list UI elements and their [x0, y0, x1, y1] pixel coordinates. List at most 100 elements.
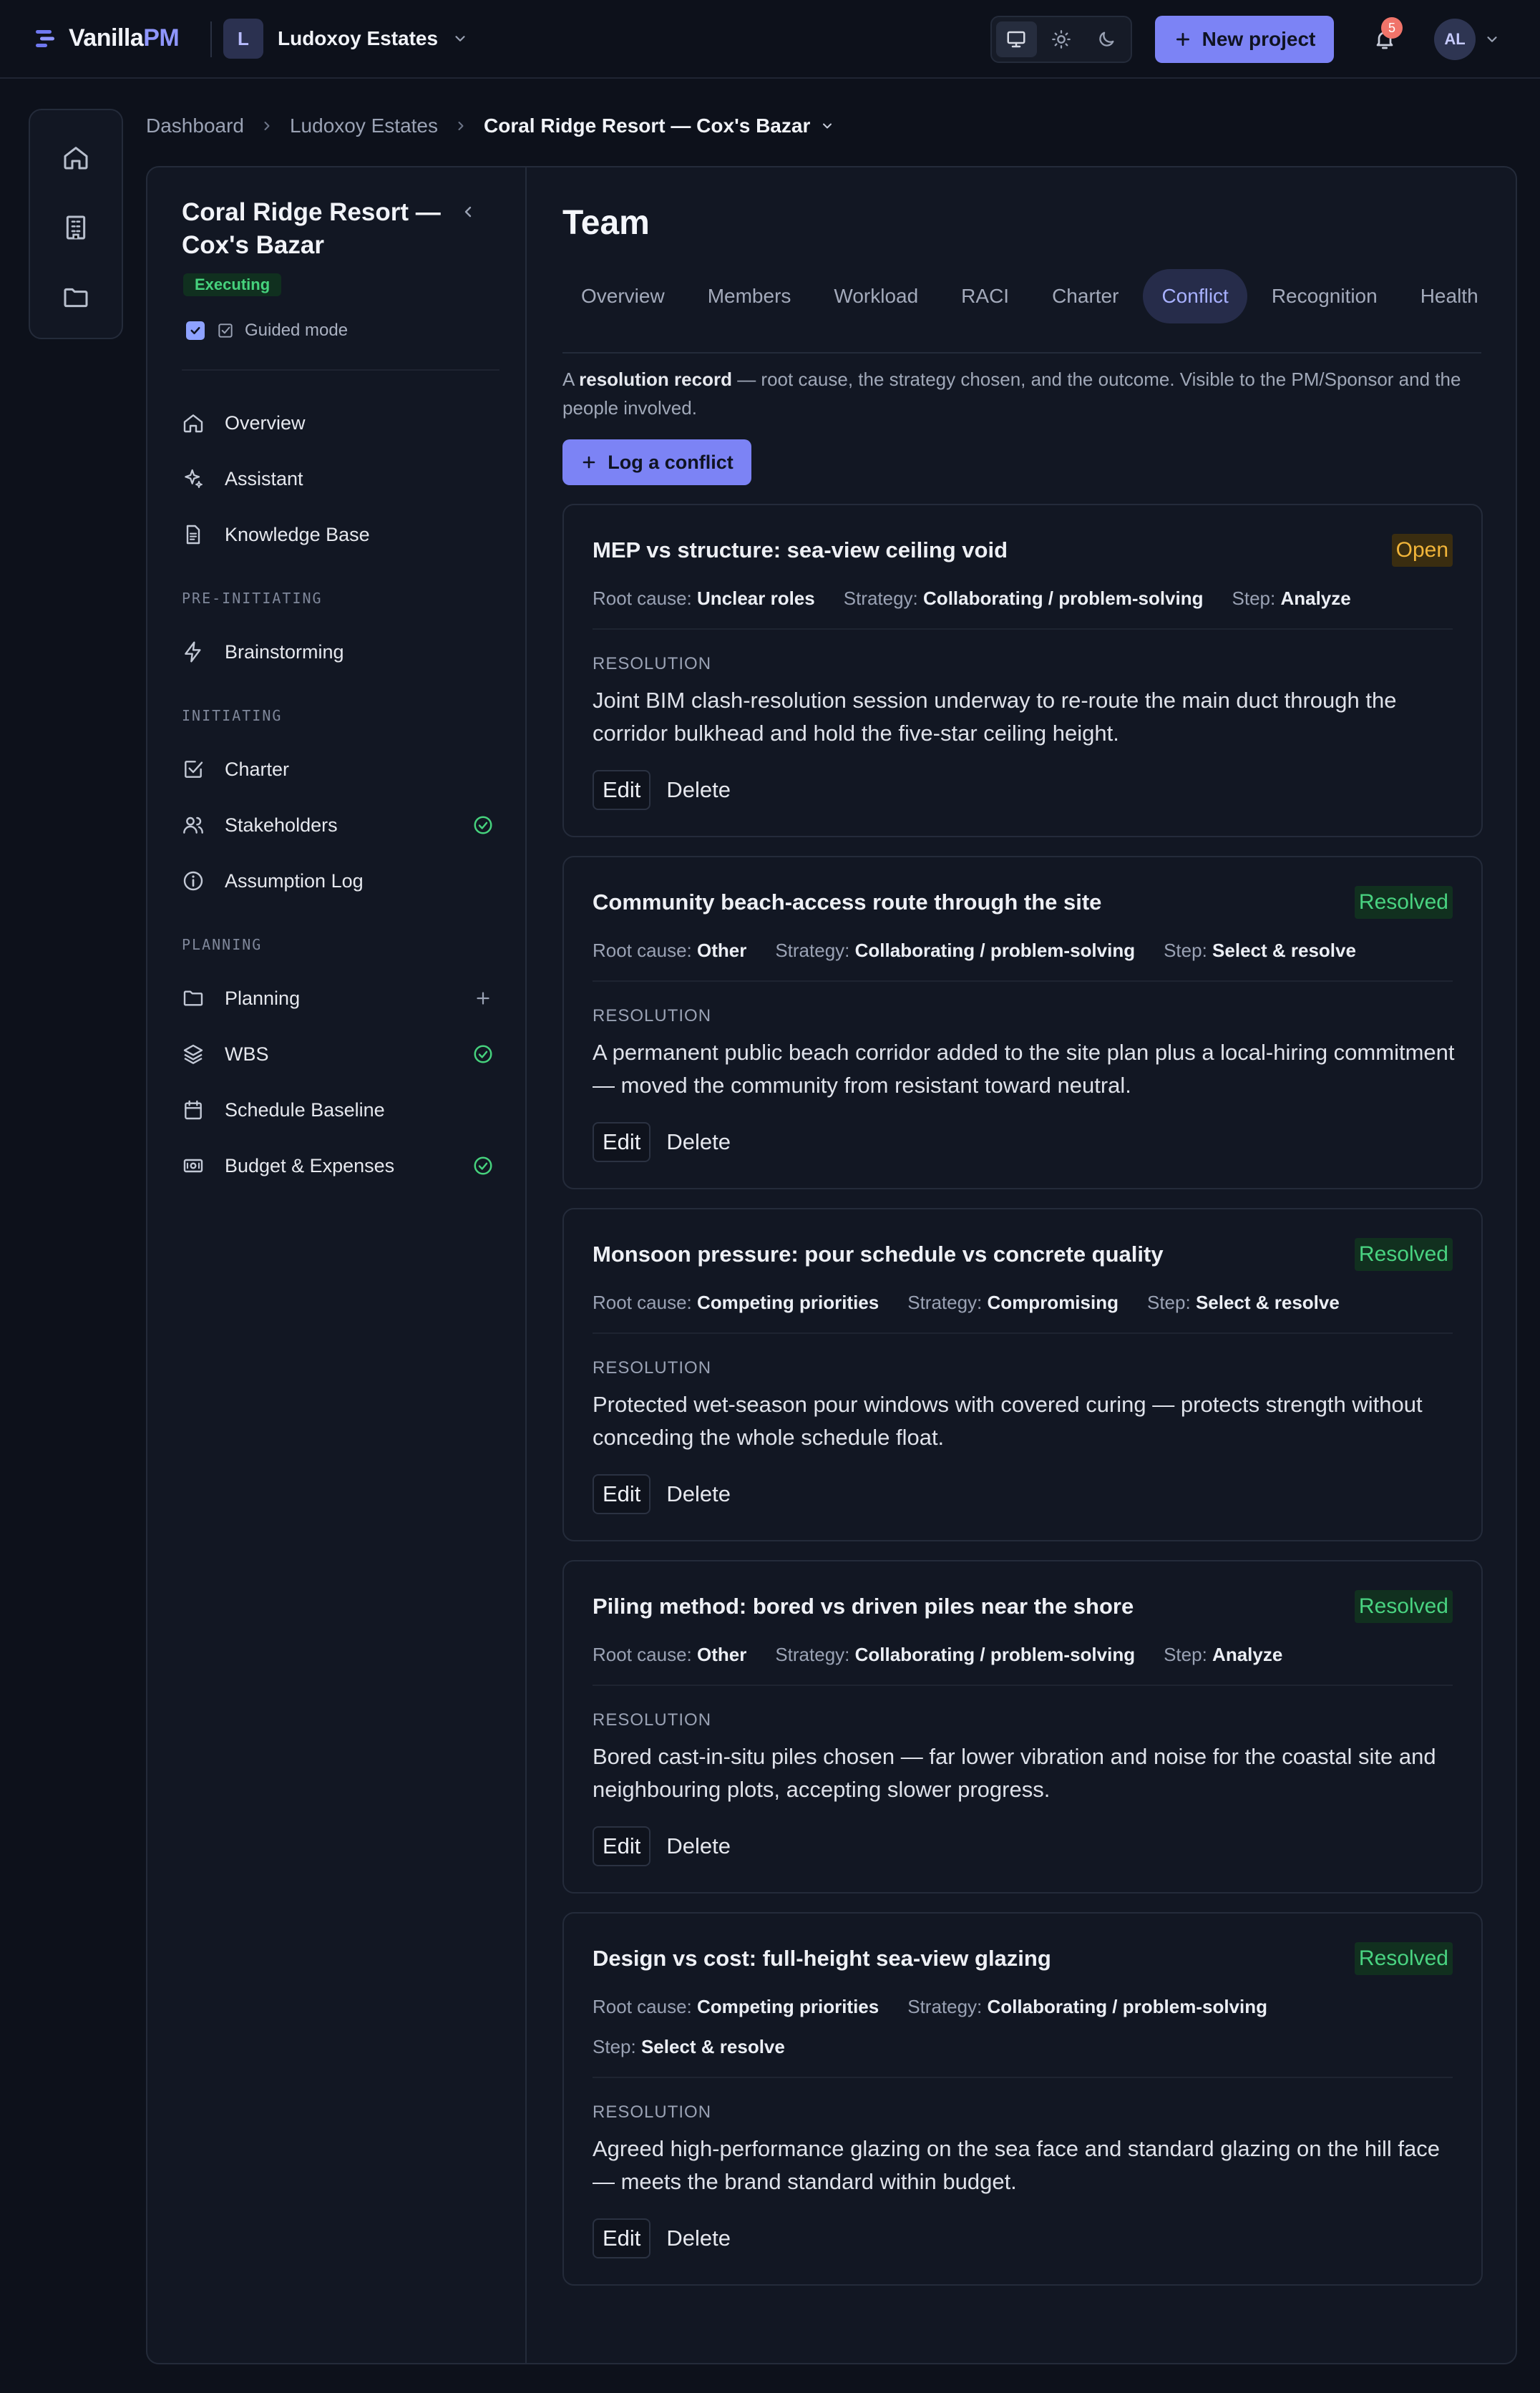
sidebar-item-wbs[interactable]: WBS — [182, 1026, 499, 1082]
folder-icon — [182, 987, 208, 1010]
theme-dark-button[interactable] — [1086, 21, 1126, 57]
breadcrumb-current-project[interactable]: Coral Ridge Resort — Cox's Bazar — [484, 114, 810, 137]
breadcrumb-workspace[interactable]: Ludoxoy Estates — [290, 114, 438, 137]
checkmark-icon — [190, 326, 200, 335]
sidebar-item-schedule-baseline[interactable]: Schedule Baseline — [182, 1082, 499, 1138]
sidebar-item-knowledge-base[interactable]: Knowledge Base — [182, 507, 499, 562]
workspace-name: Ludoxoy Estates — [278, 27, 439, 49]
theme-light-button[interactable] — [1041, 21, 1082, 57]
resolution-label: RESOLUTION — [593, 1358, 712, 1378]
edit-button[interactable]: Edit — [593, 1474, 651, 1514]
chevron-right-icon — [454, 119, 468, 133]
sidebar-item-budget-expenses[interactable]: Budget & Expenses — [182, 1138, 499, 1194]
edit-button[interactable]: Edit — [593, 770, 651, 810]
rail-building-button[interactable] — [59, 210, 93, 245]
conflict-card: Monsoon pressure: pour schedule vs concr… — [562, 1208, 1483, 1541]
step-label: Step: — [1232, 588, 1276, 609]
edit-button[interactable]: Edit — [593, 1826, 651, 1866]
tab-recognition[interactable]: Recognition — [1253, 269, 1396, 323]
sparkle-icon — [182, 467, 208, 490]
collapse-sidebar-icon[interactable] — [459, 203, 477, 220]
delete-button[interactable]: Delete — [666, 1129, 731, 1155]
sidebar-item-label: Planning — [225, 987, 301, 1009]
edit-button[interactable]: Edit — [593, 2218, 651, 2258]
resolution-label: RESOLUTION — [593, 2102, 712, 2122]
building-icon — [66, 215, 86, 240]
root-cause-label: Root cause: — [593, 1996, 692, 2017]
sidebar-item-brainstorming[interactable]: Brainstorming — [182, 624, 499, 680]
sidebar-item-label: Schedule Baseline — [225, 1098, 385, 1121]
resolution-text: Agreed high-performance glazing on the s… — [593, 2136, 1440, 2194]
plus-icon[interactable] — [472, 988, 494, 1009]
strategy-label: Strategy: — [907, 1996, 983, 2017]
conflict-card: Community beach-access route through the… — [562, 856, 1483, 1189]
sidebar-item-label: Assumption Log — [225, 869, 364, 892]
check-circle-icon — [472, 814, 494, 836]
delete-button[interactable]: Delete — [666, 1481, 731, 1507]
page-title: Team — [562, 204, 650, 242]
sidebar-item-label: Overview — [225, 411, 306, 434]
info-icon — [182, 869, 208, 892]
tab-overview[interactable]: Overview — [562, 269, 683, 323]
tab-conflict[interactable]: Conflict — [1143, 269, 1247, 323]
users-icon — [182, 814, 208, 837]
conflict-card: Design vs cost: full-height sea-view gla… — [562, 1912, 1483, 2286]
logo-icon — [36, 29, 54, 47]
resolution-text: Bored cast-in-situ piles chosen — far lo… — [593, 1744, 1436, 1802]
chevron-down-icon[interactable] — [820, 119, 834, 133]
moon-icon — [1098, 31, 1114, 47]
sidebar-item-assumption-log[interactable]: Assumption Log — [182, 853, 499, 909]
sidebar-item-stakeholders[interactable]: Stakeholders — [182, 797, 499, 853]
new-project-button[interactable]: New project — [1155, 16, 1334, 63]
chevron-down-icon[interactable] — [1484, 31, 1500, 47]
chevron-down-icon — [455, 36, 465, 42]
sidebar-item-label: Charter — [225, 758, 290, 780]
conflict-title: Monsoon pressure: pour schedule vs concr… — [593, 1242, 1164, 1267]
home-icon — [182, 411, 208, 434]
strategy-value: Collaborating / problem-solving — [987, 1996, 1267, 2017]
strategy-label: Strategy: — [775, 940, 850, 961]
conflict-meta: Root cause: Competing priorities Strateg… — [593, 1282, 1453, 1322]
theme-system-button[interactable] — [996, 21, 1037, 57]
bolt-icon — [182, 640, 208, 663]
strategy-value: Compromising — [987, 1292, 1119, 1313]
strategy-value: Collaborating / problem-solving — [854, 940, 1136, 961]
sidebar-item-planning[interactable]: Planning — [182, 970, 499, 1026]
log-conflict-button[interactable]: Log a conflict — [562, 439, 751, 485]
tab-workload[interactable]: Workload — [815, 269, 937, 323]
guided-mode-toggle[interactable]: Guided mode — [186, 321, 348, 341]
tab-members[interactable]: Members — [689, 269, 810, 323]
resolution-label: RESOLUTION — [593, 1710, 712, 1730]
app-name: VanillaPM — [69, 24, 180, 52]
rail-folder-button[interactable] — [59, 281, 93, 315]
status-badge: Resolved — [1354, 1590, 1453, 1623]
step-value: Analyze — [1280, 588, 1351, 609]
sidebar-item-assistant[interactable]: Assistant — [182, 451, 499, 507]
delete-button[interactable]: Delete — [666, 1833, 731, 1859]
step-value: Analyze — [1212, 1644, 1283, 1665]
delete-button[interactable]: Delete — [666, 2226, 731, 2251]
rail-home-button[interactable] — [59, 140, 93, 175]
edit-button[interactable]: Edit — [593, 1122, 651, 1162]
conflict-meta: Root cause: Other Strategy: Collaboratin… — [593, 1634, 1453, 1675]
delete-button[interactable]: Delete — [666, 777, 731, 803]
status-badge: Resolved — [1354, 1942, 1453, 1975]
resolution-text: Joint BIM clash-resolution session under… — [593, 688, 1397, 746]
user-avatar[interactable]: AL — [1434, 19, 1476, 60]
guided-mode-checkbox[interactable] — [186, 321, 205, 340]
resolution-label: RESOLUTION — [593, 654, 712, 673]
sidebar-item-overview[interactable]: Overview — [182, 395, 499, 451]
tab-raci[interactable]: RACI — [942, 269, 1028, 323]
breadcrumb-dashboard[interactable]: Dashboard — [146, 114, 244, 137]
tab-charter[interactable]: Charter — [1033, 269, 1137, 323]
card-divider — [593, 1332, 1453, 1334]
sidebar-item-charter[interactable]: Charter — [182, 741, 499, 797]
root-cause-label: Root cause: — [593, 940, 692, 961]
chevron-right-icon — [260, 119, 274, 133]
money-icon — [182, 1154, 208, 1177]
sun-icon — [1052, 30, 1071, 49]
app-logo[interactable]: VanillaPM — [34, 24, 180, 52]
sidebar-item-label: Brainstorming — [225, 640, 344, 663]
workspace-switcher[interactable]: L Ludoxoy Estates — [223, 19, 468, 59]
tab-health[interactable]: Health — [1402, 269, 1497, 323]
